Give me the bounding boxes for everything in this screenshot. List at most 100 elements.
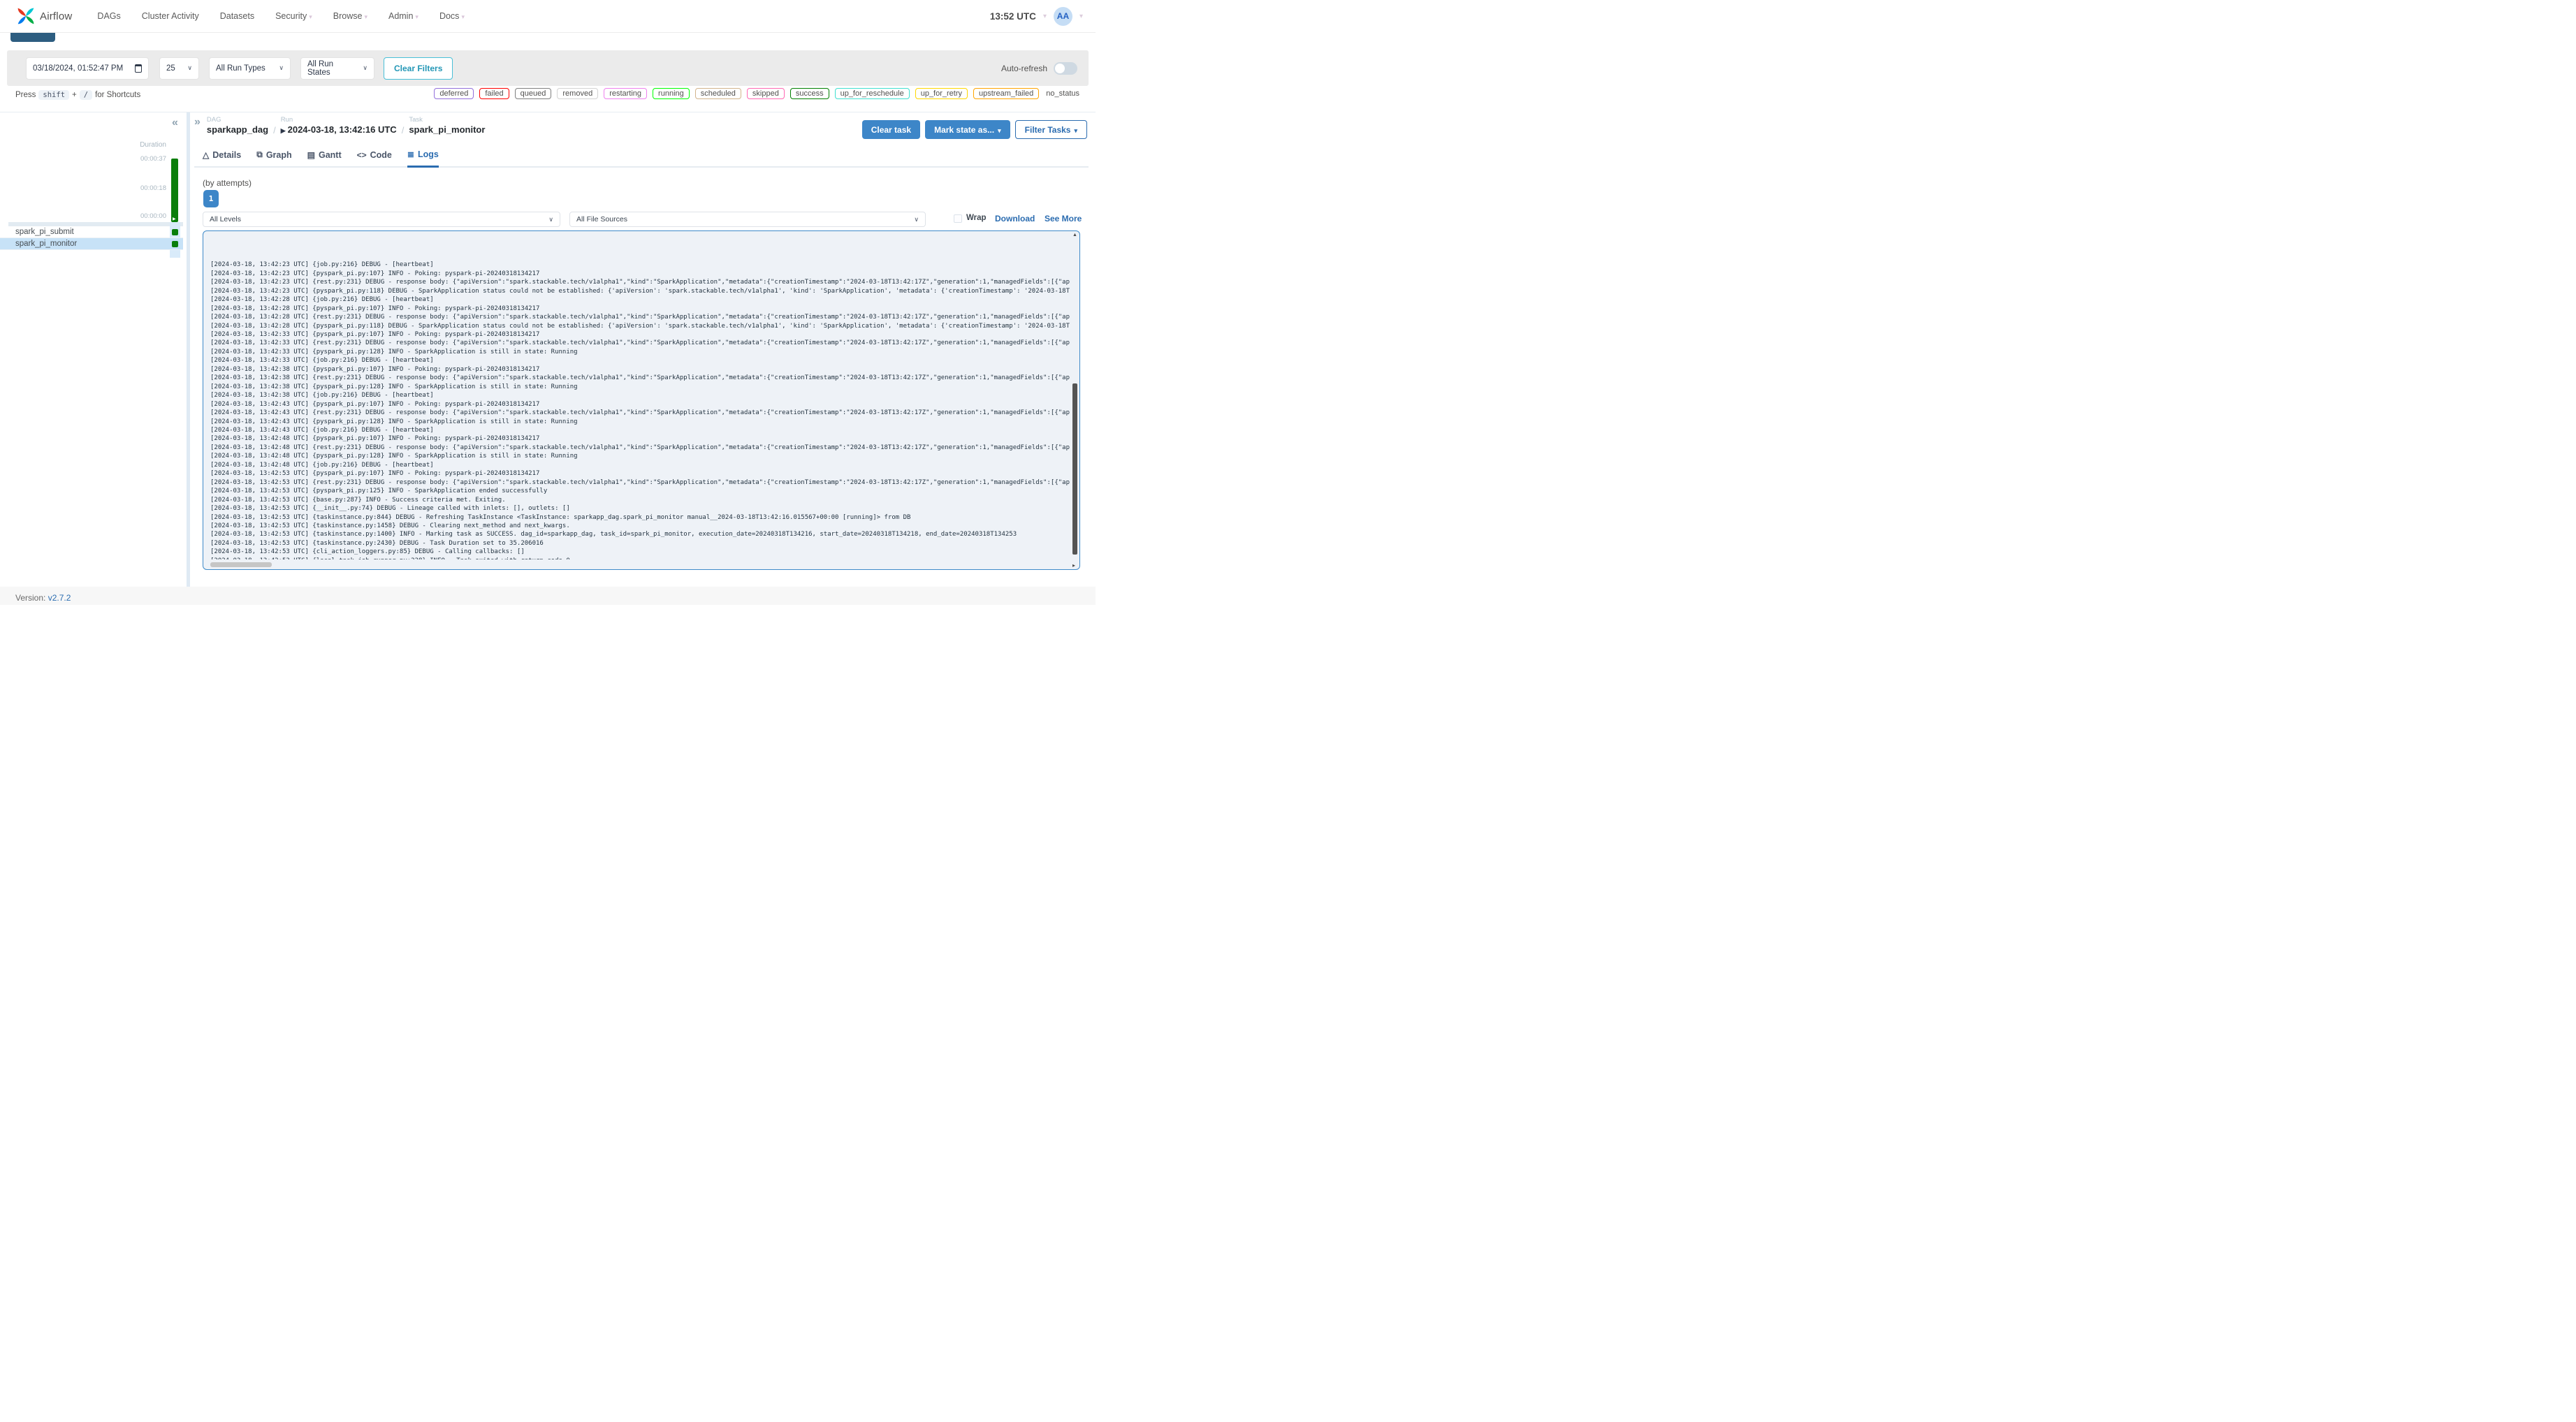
dag-run-duration-bar[interactable]: ▶ <box>171 159 178 222</box>
log-line: [2024-03-18, 13:42:43 UTC] {rest.py:231}… <box>210 409 1070 417</box>
tab[interactable]: ≣ Logs <box>407 147 439 168</box>
tab[interactable]: ⧉ Graph <box>256 147 291 166</box>
user-avatar[interactable]: AA <box>1053 6 1072 26</box>
state-badge[interactable]: skipped <box>746 88 785 99</box>
see-more-link[interactable]: See More <box>1045 214 1082 223</box>
task-instance-cell[interactable] <box>172 229 178 235</box>
task-instance-cell[interactable] <box>172 241 178 247</box>
run-types-value: All Run Types <box>216 64 265 73</box>
clear-filters-button[interactable]: Clear Filters <box>384 57 453 80</box>
nav-item[interactable]: Browse ▾ <box>333 11 368 21</box>
top-navbar: Airflow DAGs▾ Cluster Activity▾ Datasets… <box>0 0 1096 33</box>
manual-run-play-icon: ▶ <box>173 217 176 221</box>
log-line: [2024-03-18, 13:42:53 UTC] {__init__.py:… <box>210 505 570 513</box>
log-line: [2024-03-18, 13:42:43 UTC] {pyspark_pi.p… <box>210 418 578 425</box>
toggle-knob <box>1055 63 1065 73</box>
state-badge[interactable]: scheduled <box>694 88 741 99</box>
task-row[interactable]: spark_pi_submit <box>0 226 183 238</box>
navbar-right: 13:52 UTC ▾ AA ▾ <box>990 6 1083 26</box>
nav-item[interactable]: Admin ▾ <box>388 11 419 21</box>
log-line: [2024-03-18, 13:42:33 UTC] {pyspark_pi.p… <box>210 330 540 338</box>
tab-icon: ≣ <box>407 149 414 159</box>
page-size-select[interactable]: 25 ∨ <box>159 57 199 80</box>
log-line: [2024-03-18, 13:42:33 UTC] {rest.py:231}… <box>210 339 1070 347</box>
slash-key-badge: / <box>79 90 93 100</box>
state-badge[interactable]: up_for_reschedule <box>834 88 910 99</box>
nav-item[interactable]: Security ▾ <box>275 11 312 21</box>
download-link[interactable]: Download <box>995 214 1035 223</box>
vertical-scroll-thumb[interactable] <box>1072 383 1077 555</box>
state-badge[interactable]: upstream_failed <box>973 88 1040 99</box>
footer: Version: v2.7.2 <box>0 587 1096 605</box>
tab-label: Graph <box>265 149 292 160</box>
log-line: [2024-03-18, 13:42:53 UTC] {taskinstance… <box>210 522 570 529</box>
log-line: [2024-03-18, 13:42:28 UTC] {job.py:216} … <box>210 296 434 304</box>
filter-tasks-button[interactable]: Filter Tasks ▾ <box>1014 120 1087 139</box>
collapse-sidebar-icon[interactable]: « <box>172 117 178 129</box>
utc-clock[interactable]: 13:52 UTC <box>990 11 1036 22</box>
task-row[interactable]: spark_pi_monitor <box>0 238 183 250</box>
breadcrumb-task-value[interactable]: spark_pi_monitor <box>409 124 485 135</box>
log-level-select[interactable]: All Levels ∨ <box>203 212 560 227</box>
file-source-select[interactable]: All File Sources ∨ <box>569 212 926 227</box>
run-states-select[interactable]: All Run States ∨ <box>300 57 374 80</box>
version-link[interactable]: v2.7.2 <box>48 593 71 603</box>
horizontal-scrollbar[interactable] <box>208 562 1065 568</box>
task-name: spark_pi_submit <box>15 228 74 236</box>
state-badge[interactable]: failed <box>479 88 509 99</box>
shortcuts-hint: Press shift + / for Shortcuts <box>15 90 141 100</box>
avatar-caret-icon[interactable]: ▾ <box>1079 13 1083 20</box>
scroll-right-icon[interactable]: ▸ <box>1072 562 1075 569</box>
chevron-down-icon: ▾ <box>364 13 368 20</box>
mark-state-as-button[interactable]: Mark state as... ▾ <box>925 120 1010 139</box>
nav-item[interactable]: Datasets▾ <box>220 11 254 21</box>
breadcrumb-dag-value[interactable]: sparkapp_dag <box>207 124 268 135</box>
state-badge[interactable]: removed <box>557 88 599 99</box>
breadcrumb-run-value[interactable]: ▶ 2024-03-18, 13:42:16 UTC <box>281 124 397 135</box>
chevron-down-icon: ∨ <box>187 64 192 71</box>
log-line: [2024-03-18, 13:42:38 UTC] {pyspark_pi.p… <box>210 365 540 373</box>
state-badge[interactable]: no_status <box>1045 89 1081 98</box>
tab-label: Gantt <box>318 149 342 160</box>
tab[interactable]: △ Details <box>203 147 241 166</box>
nav-item[interactable]: Cluster Activity▾ <box>142 11 199 21</box>
sidebar-divider[interactable] <box>187 112 190 587</box>
nav-item[interactable]: Docs ▾ <box>439 11 465 21</box>
log-line: [2024-03-18, 13:42:53 UTC] {local_task_j… <box>210 557 1070 559</box>
log-line: [2024-03-18, 13:42:48 UTC] {job.py:216} … <box>210 461 434 469</box>
base-date-input[interactable]: 03/18/2024, 01:52:47 PM <box>26 57 149 80</box>
log-line: [2024-03-18, 13:42:33 UTC] {pyspark_pi.p… <box>210 348 578 356</box>
state-badge[interactable]: restarting <box>604 88 648 99</box>
airflow-logo[interactable]: Airflow <box>14 4 72 28</box>
breadcrumb-run-label: Run <box>280 116 293 124</box>
wrap-checkbox[interactable] <box>954 214 962 223</box>
nav-item[interactable]: DAGs▾ <box>97 11 120 21</box>
tab[interactable]: ▤ Gantt <box>307 147 342 166</box>
vertical-scrollbar[interactable]: ▲ <box>1072 233 1079 561</box>
log-line: [2024-03-18, 13:42:53 UTC] {rest.py:231}… <box>210 478 1070 486</box>
tab[interactable]: <> Code <box>357 147 392 166</box>
filter-bar: 03/18/2024, 01:52:47 PM 25 ∨ All Run Type… <box>7 50 1089 86</box>
log-line: [2024-03-18, 13:42:28 UTC] {rest.py:231}… <box>210 314 1070 321</box>
state-badge[interactable]: deferred <box>434 88 474 99</box>
log-line: [2024-03-18, 13:42:53 UTC] {taskinstance… <box>210 513 911 521</box>
chevron-down-icon: ∨ <box>363 64 368 71</box>
task-list: spark_pi_submit spark_pi_monitor <box>0 226 183 250</box>
detail-tabs: △ Details ⧉ Graph ▤ Gantt <> Code ≣ Logs <box>194 147 1089 168</box>
state-badge[interactable]: success <box>789 88 829 99</box>
clear-task-button[interactable]: Clear task <box>861 120 921 139</box>
attempt-1-button[interactable]: 1 <box>203 190 219 207</box>
horizontal-scroll-thumb[interactable] <box>210 562 272 567</box>
scroll-up-icon[interactable]: ▲ <box>1072 233 1077 237</box>
state-badge[interactable]: queued <box>514 88 552 99</box>
clock-caret-icon[interactable]: ▾ <box>1043 13 1047 20</box>
log-line: [2024-03-18, 13:42:53 UTC] {base.py:287}… <box>210 496 506 504</box>
state-badge[interactable]: up_for_retry <box>915 88 968 99</box>
auto-refresh-toggle[interactable] <box>1054 61 1077 75</box>
airflow-page: Airflow DAGs▾ Cluster Activity▾ Datasets… <box>0 0 1096 605</box>
expand-panel-icon[interactable]: » <box>194 116 201 129</box>
calendar-icon[interactable] <box>135 64 142 73</box>
state-badge[interactable]: running <box>653 88 690 99</box>
log-line: [2024-03-18, 13:42:38 UTC] {rest.py:231}… <box>210 374 1070 382</box>
run-types-select[interactable]: All Run Types ∨ <box>209 57 291 80</box>
